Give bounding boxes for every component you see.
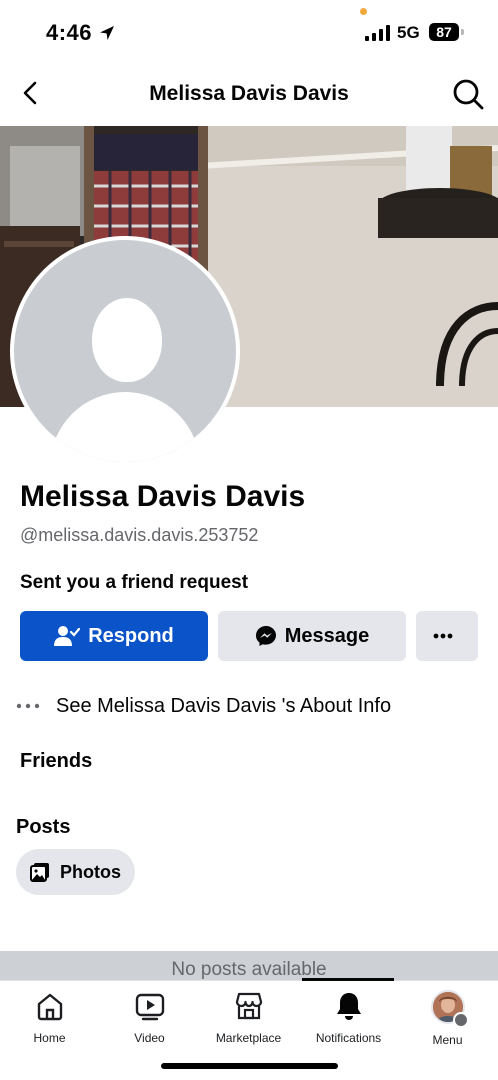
search-icon[interactable] [450, 76, 486, 112]
tab-marketplace[interactable]: Marketplace [199, 990, 298, 1050]
video-icon [135, 993, 164, 1021]
tab-menu[interactable]: Menu [398, 990, 497, 1050]
nav-header: Melissa Davis Davis [0, 62, 498, 126]
active-tab-indicator [302, 978, 394, 981]
friends-section-title: Friends [20, 750, 93, 772]
message-button[interactable]: Message [218, 611, 406, 661]
ellipsis-icon [433, 633, 453, 639]
page-title: Melissa Davis Davis [149, 82, 349, 105]
ellipsis-icon [16, 703, 40, 709]
network-type: 5G [397, 23, 420, 42]
photos-label: Photos [60, 861, 121, 882]
profile-picture[interactable] [10, 236, 240, 466]
no-posts-text: No posts available [171, 959, 327, 980]
photos-icon [30, 863, 49, 882]
tab-home-label: Home [33, 1031, 66, 1045]
tab-video-label: Video [134, 1031, 165, 1045]
profile-avatar-icon [430, 990, 469, 1028]
about-info-link[interactable]: See Melissa Davis Davis 's About Info [16, 692, 391, 720]
profile-name: Melissa Davis Davis [20, 480, 306, 513]
tab-marketplace-label: Marketplace [215, 1031, 282, 1045]
home-indicator [161, 1063, 338, 1069]
about-info-label: See Melissa Davis Davis 's About Info [56, 694, 392, 717]
messenger-icon [255, 626, 276, 646]
marketplace-icon [235, 992, 262, 1020]
battery-nub [461, 29, 464, 35]
person-check-icon [54, 626, 81, 646]
tab-video[interactable]: Video [100, 990, 199, 1050]
tab-home[interactable]: Home [0, 990, 99, 1050]
signal-icon [365, 25, 390, 41]
bell-icon [336, 993, 361, 1020]
friend-request-text: Sent you a friend request [20, 572, 249, 593]
message-label: Message [284, 624, 370, 647]
tab-notifications[interactable]: Notifications [299, 990, 398, 1050]
battery-icon: 87 [429, 23, 459, 41]
default-avatar-icon [14, 240, 236, 462]
photos-button[interactable]: Photos [16, 849, 135, 895]
menu-badge-icon [452, 1012, 469, 1028]
posts-section-title: Posts [16, 816, 71, 838]
status-bar: 4:46 5G 87 [0, 0, 498, 62]
more-options-button[interactable] [416, 611, 478, 661]
tab-notifications-label: Notifications [315, 1031, 382, 1045]
privacy-indicator-dot [360, 8, 367, 15]
respond-label: Respond [88, 624, 174, 647]
home-icon [37, 993, 62, 1021]
location-arrow-icon [100, 26, 114, 40]
tab-menu-label: Menu [432, 1033, 463, 1047]
respond-button[interactable]: Respond [20, 611, 208, 661]
status-time: 4:46 [46, 20, 93, 45]
profile-handle: @melissa.davis.davis.253752 [20, 525, 259, 545]
